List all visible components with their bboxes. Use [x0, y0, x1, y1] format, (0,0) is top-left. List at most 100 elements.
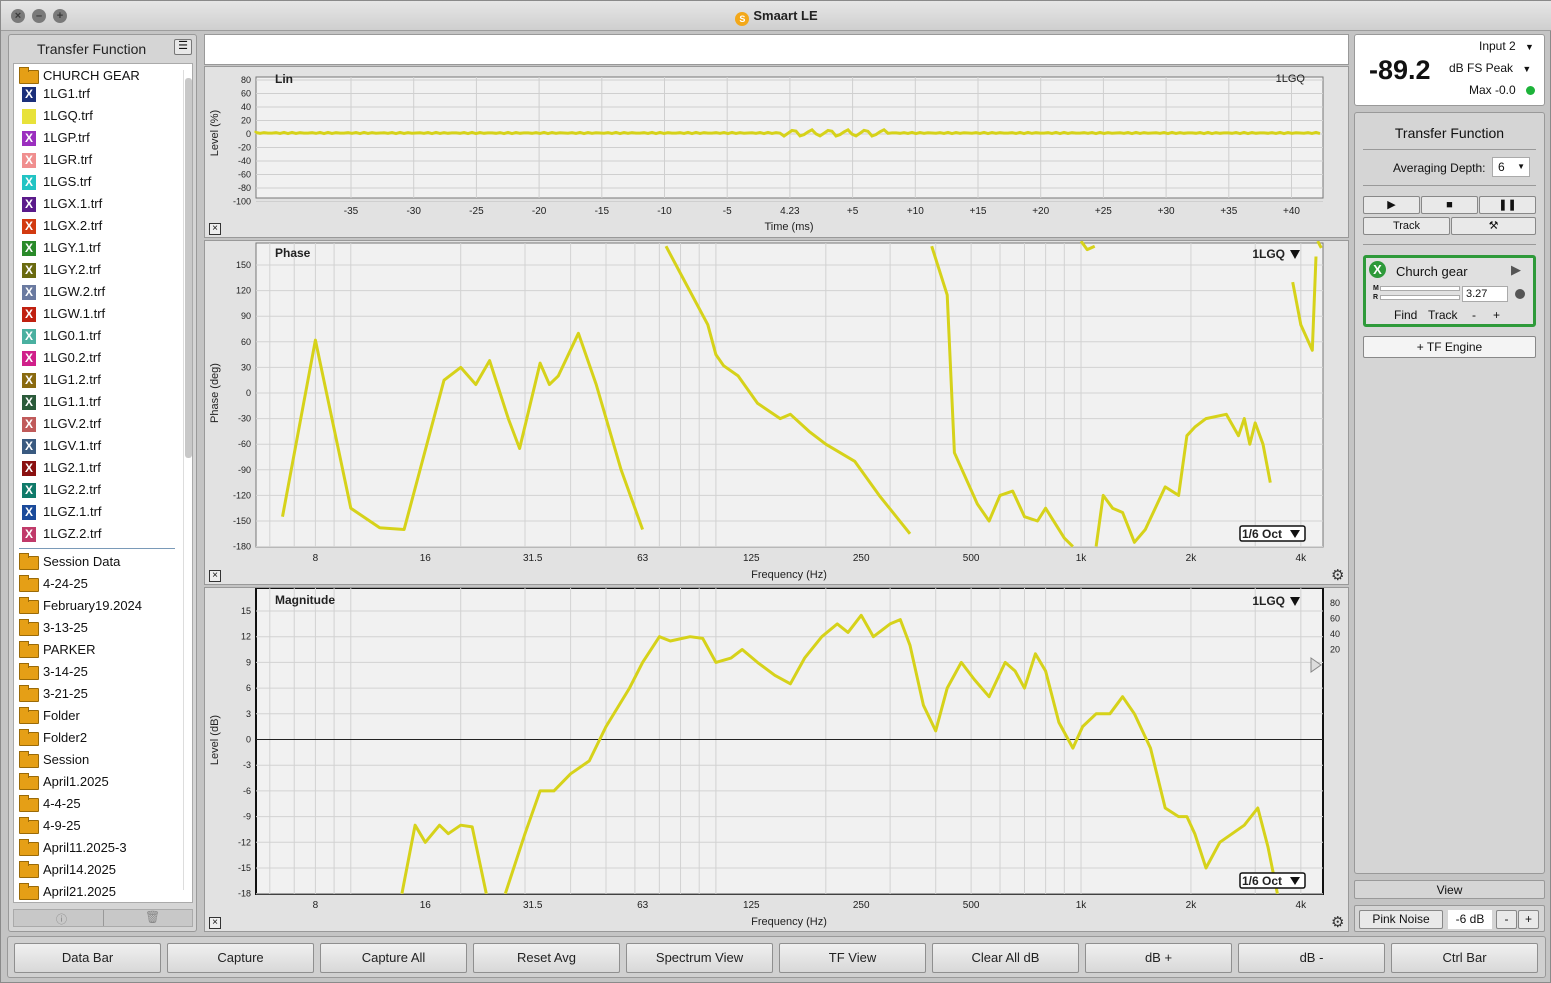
command-button-clear-all-db[interactable]: Clear All dB: [932, 943, 1079, 973]
trace-file-icon[interactable]: X: [22, 461, 36, 476]
session-folder-item[interactable]: February19.2024: [14, 596, 184, 616]
trace-file-icon[interactable]: X: [22, 505, 36, 520]
trace-file-icon[interactable]: X: [22, 241, 36, 256]
trace-file-icon[interactable]: X: [22, 87, 36, 102]
impulse-graph[interactable]: 80 60 40 20 0 -20 -40 -60 -80 -100 -35 -30 -25 -20 -15…: [205, 67, 1348, 237]
session-folder-item[interactable]: Session Data: [14, 552, 184, 572]
plot-settings-gear-icon[interactable]: ⚙: [1331, 915, 1344, 930]
engine-expand-icon[interactable]: ▶: [1511, 262, 1521, 278]
trace-file-item[interactable]: X 1LGW.1.trf: [14, 304, 184, 324]
view-button[interactable]: View: [1354, 880, 1545, 899]
session-folder-item[interactable]: April21.2025: [14, 882, 184, 902]
trace-file-item[interactable]: X 1LGP.trf: [14, 128, 184, 148]
command-button-data-bar[interactable]: Data Bar: [14, 943, 161, 973]
trace-file-item[interactable]: X 1LGW.2.trf: [14, 282, 184, 302]
trace-file-item[interactable]: X 1LGY.2.trf: [14, 260, 184, 280]
info-icon[interactable]: ⓘ: [56, 911, 67, 927]
impulse-response-plot[interactable]: 80 60 40 20 0 -20 -40 -60 -80 -100 -35 -30 -25 -20 -15…: [204, 66, 1349, 238]
trace-file-item[interactable]: X 1LGZ.1.trf: [14, 502, 184, 522]
trash-icon[interactable]: 🗑: [145, 910, 160, 924]
trace-file-icon[interactable]: X: [22, 197, 36, 212]
trace-file-icon[interactable]: X: [22, 175, 36, 190]
trace-file-icon[interactable]: X: [22, 373, 36, 388]
magnitude-graph[interactable]: 15129630-3-6-9-12-15-18806040208 16 31.5 63…: [205, 588, 1348, 931]
command-button-capture-all[interactable]: Capture All: [320, 943, 467, 973]
trace-file-item[interactable]: X 1LGY.1.trf: [14, 238, 184, 258]
trace-file-icon[interactable]: X: [22, 329, 36, 344]
trace-file-icon[interactable]: X: [22, 483, 36, 498]
trace-file-icon[interactable]: X: [22, 439, 36, 454]
plot-mode-selector[interactable]: Magnitude: [275, 593, 335, 607]
close-plot-icon[interactable]: ×: [209, 570, 221, 582]
delay-minus-button[interactable]: -: [1472, 308, 1476, 322]
command-button-tf-view[interactable]: TF View: [779, 943, 926, 973]
session-folder-item[interactable]: Folder: [14, 706, 184, 726]
trace-file-item[interactable]: X 1LGX.1.trf: [14, 194, 184, 214]
trace-file-icon[interactable]: X: [22, 417, 36, 432]
pink-noise-button[interactable]: Pink Noise: [1359, 910, 1443, 929]
session-folder-item[interactable]: 3-21-25: [14, 684, 184, 704]
record-dot-icon[interactable]: [1515, 289, 1525, 299]
trace-file-icon[interactable]: X: [22, 527, 36, 542]
trace-file-item[interactable]: X 1LG0.1.trf: [14, 326, 184, 346]
trace-file-item[interactable]: X 1LGV.2.trf: [14, 414, 184, 434]
command-button-reset-avg[interactable]: Reset Avg: [473, 943, 620, 973]
session-folder-item[interactable]: 4-24-25: [14, 574, 184, 594]
magnitude-plot[interactable]: 15 12 9 6 3 0 -3 -6 -9 -12 -15 -18 80 60 40 20 8 16 31.5 63…: [204, 587, 1349, 932]
command-button-db[interactable]: dB +: [1085, 943, 1232, 973]
session-folder-item[interactable]: April1.2025: [14, 772, 184, 792]
trace-file-item[interactable]: X 1LGZ.2.trf: [14, 524, 184, 544]
plot-area[interactable]: [255, 242, 1324, 548]
session-folder-item[interactable]: Session: [14, 750, 184, 770]
level-plus-button[interactable]: +: [1518, 910, 1539, 929]
scrollbar-thumb[interactable]: [185, 78, 192, 458]
plot-area[interactable]: [255, 588, 1324, 895]
stop-button[interactable]: ■: [1421, 196, 1478, 214]
session-folder-item[interactable]: Folder2: [14, 728, 184, 748]
sidebar-menu-button[interactable]: ☰: [174, 39, 192, 55]
session-folder-item[interactable]: 3-14-25: [14, 662, 184, 682]
trace-file-icon[interactable]: X: [22, 131, 36, 146]
trace-file-item[interactable]: X 1LGS.trf: [14, 172, 184, 192]
add-tf-engine-button[interactable]: + TF Engine: [1363, 336, 1536, 358]
delay-track-button[interactable]: Track: [1428, 308, 1458, 322]
trace-file-item[interactable]: X 1LG2.1.trf: [14, 458, 184, 478]
input-select[interactable]: Input 2 ▼: [1479, 39, 1534, 53]
plot-mode-selector[interactable]: Phase: [275, 246, 311, 260]
plot-settings-gear-icon[interactable]: ⚙: [1331, 568, 1344, 583]
command-button-spectrum-view[interactable]: Spectrum View: [626, 943, 773, 973]
trace-file-icon[interactable]: X: [22, 285, 36, 300]
trace-file-icon[interactable]: X: [22, 307, 36, 322]
trace-file-item[interactable]: X 1LGV.1.trf: [14, 436, 184, 456]
trace-file-icon[interactable]: [22, 109, 36, 124]
trace-file-icon[interactable]: X: [22, 219, 36, 234]
session-folder-item[interactable]: 3-13-25: [14, 618, 184, 638]
session-folder-item[interactable]: April14.2025: [14, 860, 184, 880]
phase-graph[interactable]: 150 120 90 60 30 0 -30 -60 -90 -120 -150 -180 8 16 31.…: [205, 241, 1348, 584]
trace-file-item[interactable]: X 1LG1.1.trf: [14, 392, 184, 412]
session-folder-item[interactable]: 4-9-25: [14, 816, 184, 836]
close-plot-icon[interactable]: ×: [209, 917, 221, 929]
session-folder-item[interactable]: PARKER: [14, 640, 184, 660]
trace-file-item[interactable]: X 1LGX.2.trf: [14, 216, 184, 236]
generator-level[interactable]: -6 dB: [1448, 910, 1492, 929]
delay-plus-button[interactable]: +: [1493, 308, 1500, 322]
close-plot-icon[interactable]: ×: [209, 223, 221, 235]
session-folder-item[interactable]: April11.2025-3: [14, 838, 184, 858]
trace-file-item[interactable]: X 1LG1.2.trf: [14, 370, 184, 390]
play-button[interactable]: ▶: [1363, 196, 1420, 214]
trace-file-icon[interactable]: X: [22, 351, 36, 366]
trace-file-icon[interactable]: X: [22, 263, 36, 278]
tools-button[interactable]: ⚒: [1451, 217, 1536, 235]
track-button[interactable]: Track: [1363, 217, 1450, 235]
engine-active-icon[interactable]: X: [1369, 261, 1386, 278]
trace-file-item[interactable]: X 1LG2.2.trf: [14, 480, 184, 500]
find-button[interactable]: Find: [1394, 308, 1417, 322]
meter-unit-select[interactable]: dB FS Peak ▼: [1449, 61, 1531, 75]
level-minus-button[interactable]: -: [1496, 910, 1517, 929]
trace-file-icon[interactable]: X: [22, 395, 36, 410]
plot-mode-selector[interactable]: Lin: [275, 72, 293, 86]
sidebar-scrollbar[interactable]: [183, 70, 192, 890]
root-folder-church-gear[interactable]: CHURCH GEAR: [14, 66, 184, 86]
trace-file-item[interactable]: X 1LGR.trf: [14, 150, 184, 170]
